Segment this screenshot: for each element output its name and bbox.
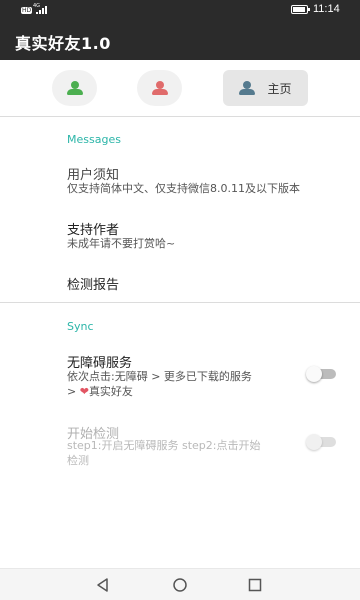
recents-icon[interactable] bbox=[245, 575, 265, 595]
status-bar: HD 4G 11:14 bbox=[0, 0, 360, 20]
system-nav-bar bbox=[0, 568, 360, 600]
tab-friends-red[interactable] bbox=[137, 70, 182, 106]
person-icon bbox=[151, 81, 168, 95]
item-subtitle-line2: > ❤真实好友 bbox=[67, 384, 133, 399]
tab-home[interactable]: 主页 bbox=[223, 70, 308, 106]
battery-icon bbox=[291, 5, 310, 14]
item-subtitle: 未成年请不要打赏哈~ bbox=[67, 237, 176, 250]
item-subtitle-line2: 检测 bbox=[67, 454, 89, 467]
back-icon[interactable] bbox=[93, 575, 113, 595]
app-bar: 真实好友1.0 bbox=[0, 20, 360, 60]
item-title: 检测报告 bbox=[67, 278, 120, 293]
subtitle-prefix: > bbox=[67, 385, 77, 398]
subtitle-suffix: 真实好友 bbox=[88, 385, 133, 398]
clock: 11:14 bbox=[313, 3, 340, 15]
tab-bar: 主页 bbox=[0, 60, 360, 116]
heart-icon: ❤ bbox=[79, 385, 89, 398]
accessibility-toggle[interactable] bbox=[306, 366, 336, 382]
item-subtitle: 仅支持简体中文、仅支持微信8.0.11及以下版本 bbox=[67, 182, 300, 195]
section-header-messages: Messages bbox=[67, 133, 121, 146]
item-subtitle-line1: 依次点击:无障碍 > 更多已下载的服务 bbox=[67, 370, 252, 383]
network-badge: HD bbox=[21, 7, 33, 14]
start-detection-toggle[interactable] bbox=[306, 434, 336, 450]
tab-home-label: 主页 bbox=[267, 81, 292, 96]
item-subtitle-line1: step1:开启无障碍服务 step2:点击开始 bbox=[67, 439, 261, 452]
person-icon bbox=[66, 81, 83, 95]
network-type: 4G bbox=[33, 3, 41, 9]
person-icon bbox=[239, 81, 256, 95]
divider bbox=[0, 116, 360, 117]
signal-icon: HD 4G bbox=[21, 3, 48, 14]
divider bbox=[0, 302, 360, 303]
app-title: 真实好友1.0 bbox=[15, 34, 111, 53]
section-header-sync: Sync bbox=[67, 320, 94, 333]
home-icon[interactable] bbox=[170, 575, 190, 595]
tab-friends-green[interactable] bbox=[52, 70, 97, 106]
